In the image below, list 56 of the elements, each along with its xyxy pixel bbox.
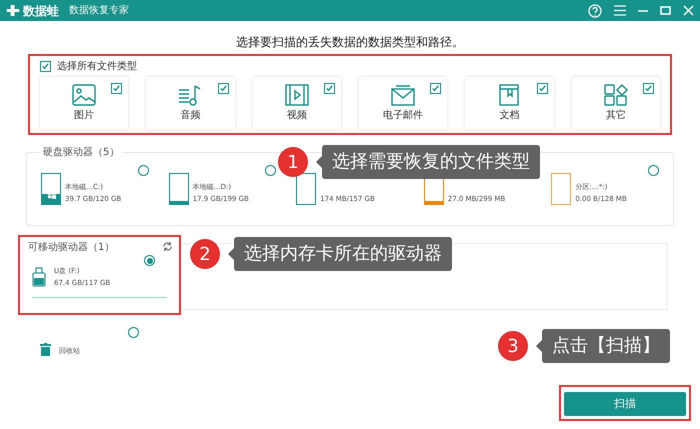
radio-button[interactable] (265, 165, 276, 176)
shapes-grid-icon (604, 84, 628, 106)
file-type-card[interactable]: 图片 (40, 77, 128, 130)
checkbox[interactable] (111, 83, 122, 94)
checkbox[interactable] (536, 83, 548, 94)
file-type-label: 其它 (606, 108, 626, 123)
app-name: 数据蛙 (23, 2, 59, 20)
step-number-badge: 1 (278, 147, 308, 177)
envelope-icon (391, 84, 416, 106)
step-number-badge: 3 (498, 331, 528, 361)
file-type-label: 电子邮件 (383, 108, 424, 123)
menu-icon[interactable] (614, 5, 626, 16)
checkbox[interactable] (40, 61, 51, 72)
file-type-label: 视频 (286, 108, 307, 123)
file-type-card[interactable]: 电子邮件 (358, 77, 448, 130)
maximize-icon[interactable] (660, 6, 671, 15)
hard-drives-title: 硬盘驱动器（5） (39, 145, 124, 160)
callout-pointer-icon (536, 340, 542, 352)
callout-pointer-icon (316, 156, 322, 168)
checkbox[interactable] (324, 83, 335, 94)
checkbox[interactable] (430, 83, 442, 94)
step-number-badge: 2 (190, 239, 220, 269)
radio-button[interactable] (128, 327, 139, 338)
close-icon[interactable] (683, 5, 694, 16)
trash-bin-icon (40, 343, 51, 356)
file-type-card[interactable]: 其它 (572, 77, 660, 130)
refresh-icon[interactable] (162, 241, 173, 252)
windows-logo-icon (48, 191, 56, 199)
callout-tooltip: 选择需要恢复的文件类型 (322, 145, 540, 179)
radio-button[interactable] (648, 165, 659, 176)
radio-button[interactable] (138, 165, 149, 176)
file-type-card[interactable]: 视频 (252, 77, 341, 130)
checkbox[interactable] (218, 83, 229, 94)
removable-drives-title: 可移动驱动器（1） (28, 241, 114, 255)
file-type-label: 音频 (180, 108, 200, 123)
app-logo-icon (6, 4, 20, 17)
radio-button[interactable] (144, 255, 155, 266)
music-note-icon (178, 84, 202, 106)
image-icon (72, 84, 96, 106)
file-type-label: 图片 (74, 108, 94, 123)
file-type-card[interactable]: 文档 (465, 77, 554, 130)
usb-drive-icon (32, 267, 46, 287)
film-icon (284, 84, 309, 106)
instruction-text: 选择要扫描的丢失数据的数据类型和路径。 (235, 34, 465, 51)
callout-tooltip: 点击【扫描】 (542, 329, 670, 363)
bookmark-document-icon (497, 84, 522, 106)
callout-tooltip: 选择内存卡所在的驱动器 (234, 237, 452, 271)
help-icon[interactable] (588, 4, 602, 18)
minimize-icon[interactable] (638, 10, 648, 12)
app-subtitle: 数据恢复专家 (69, 4, 129, 18)
checkbox[interactable] (642, 83, 654, 94)
select-all-label: 选择所有文件类型 (57, 60, 137, 74)
scan-button[interactable]: 扫描 (564, 392, 686, 416)
file-type-label: 文档 (499, 108, 520, 123)
callout-pointer-icon (228, 248, 234, 260)
file-type-card[interactable]: 音频 (146, 77, 235, 130)
